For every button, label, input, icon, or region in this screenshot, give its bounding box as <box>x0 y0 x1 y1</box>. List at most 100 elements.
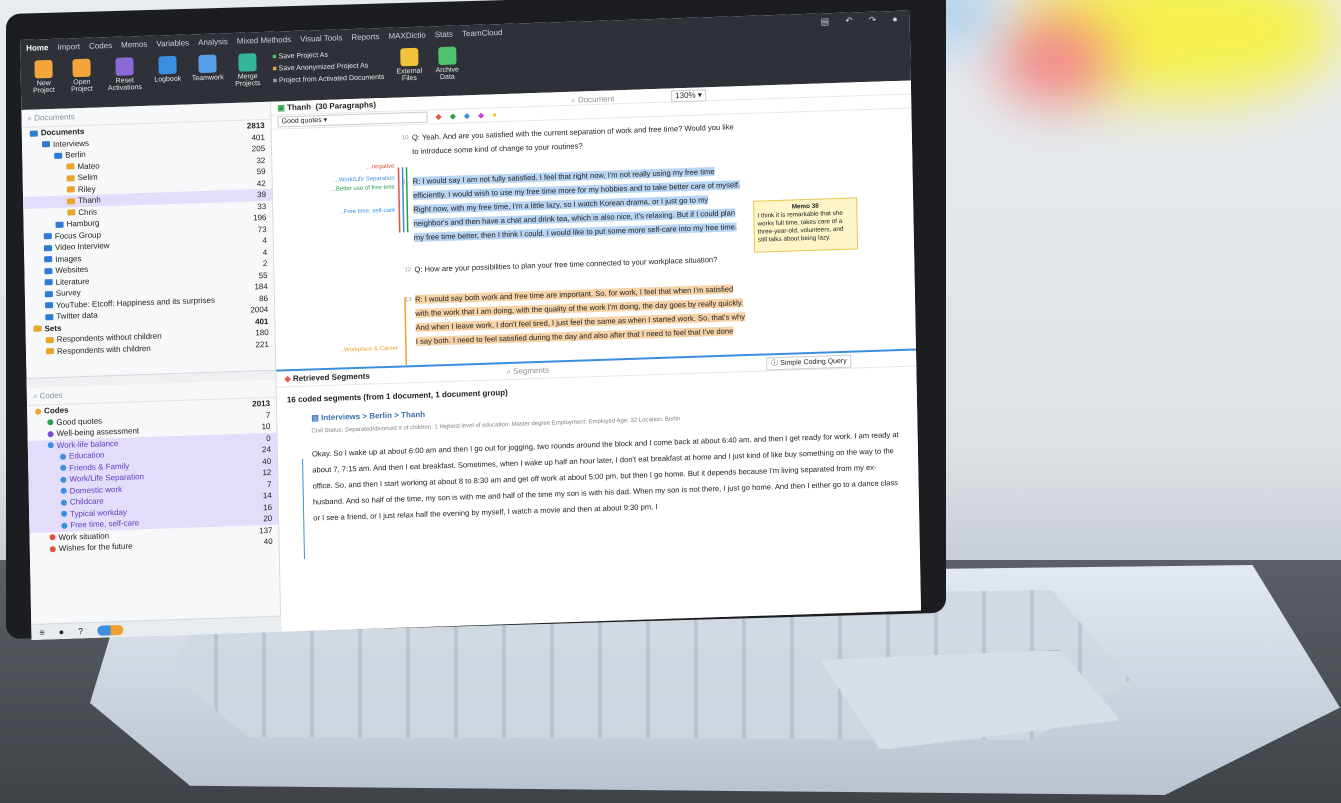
coded-segment-count: 2813 <box>246 120 265 131</box>
code-segment-count: 40 <box>263 536 273 547</box>
code-segment-count: 24 <box>261 444 271 455</box>
document-tree-label: Hamburg <box>66 218 100 229</box>
memo-38[interactable]: Memo 38 I think it is remarkable that sh… <box>753 197 859 253</box>
layout-icon[interactable]: ▤ <box>821 16 830 27</box>
code-segment-count: 12 <box>262 467 272 478</box>
paragraph-number: 12 <box>404 267 412 274</box>
code-tree-label: Work situation <box>58 530 110 542</box>
document-tree-label: Images <box>55 253 82 264</box>
coded-segment-count: 196 <box>252 212 267 223</box>
tab-home[interactable]: Home <box>26 43 48 53</box>
undo-icon[interactable]: ↶ <box>845 15 853 26</box>
coded-segment-count: 2 <box>262 258 268 269</box>
code-tree-label: Friends & Family <box>69 461 130 473</box>
document-tree-label: Riley <box>77 184 96 194</box>
document-tree-label: Sets <box>44 323 62 333</box>
coded-segment-count: 55 <box>258 270 268 280</box>
code-tree-label: Childcare <box>69 496 104 507</box>
chat-icon[interactable]: ● <box>59 626 65 636</box>
code-tree-label: Codes <box>44 405 69 416</box>
retrieved-segment-text[interactable]: Okay. So I wake up at about 6:00 am and … <box>278 414 920 555</box>
code-system-tree: Codes 2013 Good quotes 7 Well-being assessme… <box>27 398 279 556</box>
memo-text: I think it is remarkable that she works … <box>757 209 844 244</box>
archive-data-button[interactable]: Archive Data <box>430 43 465 81</box>
tab-teamcloud[interactable]: TeamCloud <box>462 28 503 38</box>
merge-projects-button[interactable]: Merge Projects <box>230 50 265 88</box>
code-segment-count: 10 <box>261 421 271 432</box>
set-icon <box>45 336 54 344</box>
code-color-icon <box>61 522 68 529</box>
code-color-icon <box>47 442 54 449</box>
code-tree-label: Domestic work <box>69 484 123 496</box>
paragraph-question-1[interactable]: Q: Yeah. And are you satisfied with the … <box>412 120 742 159</box>
tab-reports[interactable]: Reports <box>351 32 379 42</box>
code-stripe-negative[interactable] <box>397 167 401 233</box>
coded-segment-response-2[interactable]: R: I would say both work and free time a… <box>414 284 746 347</box>
menu-icon[interactable]: ≡ <box>39 627 44 637</box>
highlight-blue-icon[interactable]: ◆ <box>464 109 470 123</box>
folder-icon <box>45 302 54 309</box>
open-project-button[interactable]: Open Project <box>64 55 99 93</box>
tab-analysis[interactable]: Analysis <box>198 37 228 47</box>
highlight-red-icon[interactable]: ◆ <box>435 110 441 124</box>
code-margin: ...negative ...Work/Life Separation ...B… <box>331 137 416 368</box>
logbook-button[interactable]: Logbook <box>150 53 185 84</box>
tab-visual-tools[interactable]: Visual Tools <box>300 33 343 43</box>
highlight-green-icon[interactable]: ◆ <box>450 109 456 123</box>
document-tree-label: Survey <box>55 288 81 298</box>
coded-segment-response-1[interactable]: R: I would say I am not fully satisfied.… <box>412 167 741 243</box>
mode-toggle[interactable] <box>96 624 124 636</box>
folder-icon <box>44 279 53 286</box>
coded-segment-count: 4 <box>262 235 267 246</box>
reset-activations-button[interactable]: Reset Activations <box>102 54 147 92</box>
paragraph-response-2[interactable]: R: I would say both work and free time a… <box>414 282 746 365</box>
document-tree-label: Chris <box>78 207 98 217</box>
help-icon[interactable]: ? <box>78 626 83 636</box>
coded-segment-count: 39 <box>256 189 267 200</box>
code-color-icon <box>60 488 67 495</box>
coded-segment-count: 180 <box>255 327 269 338</box>
tab-memos[interactable]: Memos <box>121 40 147 50</box>
coded-segment-count: 221 <box>255 339 269 349</box>
tab-codes[interactable]: Codes <box>89 41 112 51</box>
document-icon <box>67 198 76 205</box>
tab-import[interactable]: Import <box>57 42 80 52</box>
tab-maxdictio[interactable]: MAXDictio <box>388 31 425 41</box>
user-icon[interactable]: ● <box>892 14 898 25</box>
code-color-icon <box>35 408 42 415</box>
document-icon: ▤ <box>311 413 322 423</box>
code-stripe-better-use[interactable] <box>405 167 409 233</box>
code-color-icon <box>49 545 56 553</box>
code-stripe-separation[interactable] <box>401 167 405 233</box>
paragraph-question-2[interactable]: Q: How are your possibilities to plan yo… <box>414 252 744 277</box>
project-from-activated-documents[interactable]: ■ Project from Activated Documents <box>273 72 385 88</box>
code-stripe-workplace[interactable] <box>404 297 408 366</box>
code-tree-label: Work-life balance <box>56 438 119 450</box>
code-segment-count: 2013 <box>252 398 271 409</box>
redo-icon[interactable]: ↷ <box>869 15 877 26</box>
coded-segment-count: 59 <box>256 166 266 177</box>
external-files-button[interactable]: External Files <box>392 45 427 83</box>
document-tree-label: Video Interview <box>54 241 110 252</box>
code-color-icon <box>47 430 54 438</box>
teamwork-button[interactable]: Teamwork <box>188 51 227 82</box>
paragraph-number: 11 <box>402 179 410 186</box>
tab-mixed-methods[interactable]: Mixed Methods <box>237 35 291 46</box>
coded-segment-count: 86 <box>258 293 269 303</box>
document-icon <box>67 209 76 216</box>
document-search-input[interactable]: ⌕ Document <box>571 92 614 107</box>
tab-stats[interactable]: Stats <box>435 30 453 40</box>
segments-search-input[interactable]: ⌕ Segments <box>506 363 549 380</box>
zoom-select[interactable]: 130% ▾ <box>671 89 706 103</box>
coded-segment-count: 401 <box>254 316 269 326</box>
document-tree-label: Literature <box>55 276 90 287</box>
new-project-button[interactable]: New Project <box>26 57 61 95</box>
window-controls: ▤ ↶ ↷ ● <box>821 14 898 28</box>
tab-variables[interactable]: Variables <box>156 38 189 48</box>
coded-segment-count: 4 <box>262 247 268 257</box>
archive-data-icon <box>437 46 457 66</box>
emoticode-icon[interactable]: ● <box>492 108 497 122</box>
code-segment-count: 0 <box>266 433 271 443</box>
paragraph-response-1[interactable]: R: I would say I am not fully satisfied.… <box>412 164 744 245</box>
highlight-magenta-icon[interactable]: ◆ <box>478 108 484 122</box>
